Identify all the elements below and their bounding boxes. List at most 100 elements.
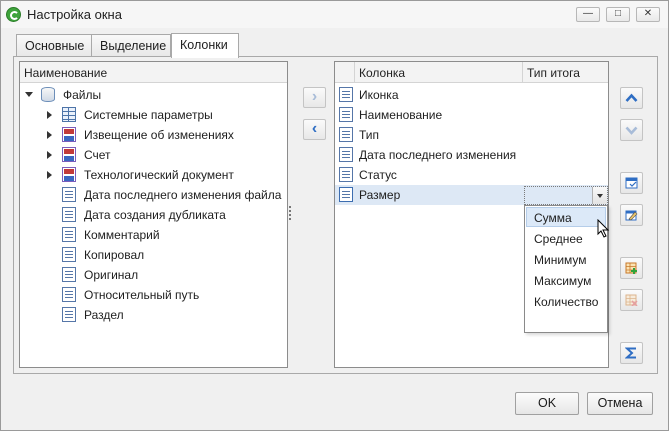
field-icon	[62, 247, 76, 262]
tree-node-change-notice[interactable]: Извещение об изменениях	[20, 125, 287, 145]
available-fields-tree[interactable]: Наименование Файлы Системные параметры И…	[19, 61, 288, 368]
column-row-type[interactable]: Тип	[335, 125, 608, 145]
remove-table-column-button[interactable]	[620, 289, 643, 311]
expand-arrow-icon[interactable]	[47, 111, 52, 119]
field-icon	[339, 167, 353, 182]
edit-column-icon	[625, 210, 638, 221]
tree-node-label: Дата последнего изменения файла	[84, 188, 282, 202]
close-button[interactable]: ✕	[636, 7, 660, 22]
column-row-label: Дата последнего изменения	[359, 148, 517, 162]
tree-node-label: Извещение об изменениях	[84, 128, 234, 142]
tree-node-section[interactable]: Раздел	[20, 305, 287, 325]
reference-icon	[62, 127, 76, 142]
column-settings-button[interactable]	[620, 172, 643, 194]
tree-node-system-params[interactable]: Системные параметры	[20, 105, 287, 125]
tree-node-original[interactable]: Оригинал	[20, 265, 287, 285]
tree-node-label: Копировал	[84, 248, 145, 262]
column-row-label: Наименование	[359, 108, 443, 122]
type-field-icon	[339, 127, 353, 142]
column-row-label: Размер	[359, 188, 401, 202]
app-icon	[6, 7, 21, 22]
dropdown-option-average[interactable]: Среднее	[526, 228, 606, 248]
field-icon	[339, 107, 353, 122]
edit-column-button[interactable]	[620, 204, 643, 226]
tree-node-invoice[interactable]: Счет	[20, 145, 287, 165]
field-icon	[339, 187, 353, 202]
tab-columns[interactable]: Колонки	[171, 33, 239, 58]
column-row-label: Тип	[359, 128, 380, 142]
tree-node-duplicate-date[interactable]: Дата создания дубликата	[20, 205, 287, 225]
field-icon	[62, 267, 76, 282]
window-title: Настройка окна	[27, 7, 122, 22]
maximize-button[interactable]: □	[606, 7, 630, 22]
totals-button[interactable]	[620, 342, 643, 364]
tree-node-copied-by[interactable]: Копировал	[20, 245, 287, 265]
splitter-grip[interactable]	[289, 206, 291, 222]
tree-node-label: Раздел	[84, 308, 124, 322]
arrow-up-icon	[625, 93, 638, 102]
tree-node-label: Комментарий	[84, 228, 160, 242]
dropdown-option-min[interactable]: Минимум	[526, 249, 606, 269]
tree-node-file-modified-date[interactable]: Дата последнего изменения файла	[20, 185, 287, 205]
add-table-column-button[interactable]	[620, 257, 643, 279]
remove-column-button[interactable]: ‹	[303, 119, 326, 140]
tree-node-tech-document[interactable]: Технологический документ	[20, 165, 287, 185]
expand-arrow-icon[interactable]	[25, 92, 33, 97]
table-icon	[62, 107, 76, 122]
settings-dialog: Настройка окна — □ ✕ Основные Выделение …	[0, 0, 669, 431]
tab-highlight[interactable]: Выделение	[91, 34, 171, 57]
tree-node-label: Системные параметры	[84, 108, 213, 122]
tree-node-relative-path[interactable]: Относительный путь	[20, 285, 287, 305]
tree-node-label: Дата создания дубликата	[84, 208, 226, 222]
tree-node-files[interactable]: Файлы	[20, 85, 287, 105]
dropdown-option-sum[interactable]: Сумма	[526, 207, 606, 227]
dropdown-option-count[interactable]: Количество	[526, 291, 606, 311]
tree-node-comment[interactable]: Комментарий	[20, 225, 287, 245]
cancel-button[interactable]: Отмена	[587, 392, 653, 415]
field-icon	[62, 287, 76, 302]
tree-node-label: Относительный путь	[84, 288, 200, 302]
total-type-combo[interactable]	[524, 186, 608, 205]
move-up-button[interactable]	[620, 87, 643, 109]
column-row-label: Иконка	[359, 88, 399, 102]
column-row-modified-date[interactable]: Дата последнего изменения	[335, 145, 608, 165]
table-add-icon	[625, 262, 637, 274]
add-column-button[interactable]: ›	[303, 87, 326, 108]
column-name-header[interactable]: Колонка	[355, 62, 523, 83]
total-type-dropdown: Сумма Среднее Минимум Максимум Количеств…	[524, 205, 608, 333]
expand-arrow-icon[interactable]	[47, 171, 52, 179]
arrow-down-icon	[625, 126, 638, 135]
minimize-button[interactable]: —	[576, 7, 600, 22]
field-icon	[62, 227, 76, 242]
dropdown-option-max[interactable]: Максимум	[526, 270, 606, 290]
tree-node-label: Технологический документ	[84, 168, 234, 182]
column-row-status[interactable]: Статус	[335, 165, 608, 185]
field-icon	[62, 307, 76, 322]
tab-main[interactable]: Основные	[16, 34, 92, 57]
field-icon	[62, 187, 76, 202]
move-down-button[interactable]	[620, 119, 643, 141]
column-settings-icon	[625, 177, 638, 189]
column-row-icon[interactable]: Иконка	[335, 85, 608, 105]
tree-node-label: Файлы	[63, 88, 102, 102]
title-bar[interactable]: Настройка окна — □ ✕	[1, 1, 668, 28]
expand-arrow-icon[interactable]	[47, 151, 52, 159]
indicator-column-header	[335, 62, 355, 83]
tree-node-label: Счет	[84, 148, 111, 162]
total-type-header[interactable]: Тип итога	[523, 62, 608, 83]
sigma-icon	[625, 347, 636, 359]
tree-node-label: Оригинал	[84, 268, 139, 282]
column-row-name[interactable]: Наименование	[335, 105, 608, 125]
selected-columns-header: Колонка Тип итога	[335, 62, 608, 83]
expand-arrow-icon[interactable]	[47, 131, 52, 139]
reference-icon	[62, 167, 76, 182]
field-icon	[62, 207, 76, 222]
name-column-header[interactable]: Наименование	[20, 62, 107, 83]
date-field-icon	[339, 147, 353, 162]
mouse-cursor-icon	[597, 219, 610, 238]
chevron-down-icon[interactable]	[592, 187, 607, 204]
available-fields-header: Наименование	[20, 62, 287, 83]
column-row-label: Статус	[359, 168, 397, 182]
ok-button[interactable]: OK	[515, 392, 579, 415]
table-remove-icon	[625, 294, 638, 306]
